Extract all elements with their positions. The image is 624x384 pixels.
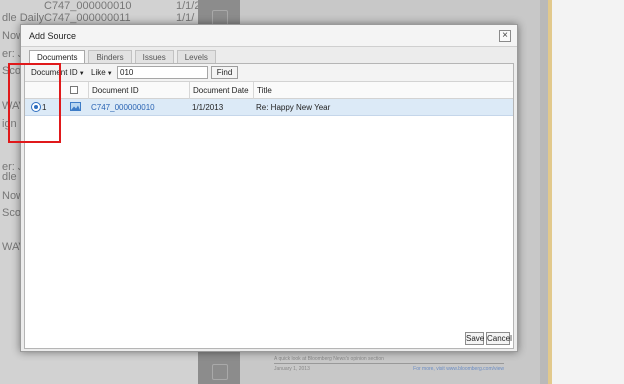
search-value-input[interactable] [117, 66, 208, 79]
document-id-link[interactable]: C747_000000010 [88, 99, 155, 116]
chevron-down-icon: ▼ [78, 71, 85, 77]
documents-panel: Document ID▼ Like▼ Find Document ID Docu… [24, 63, 514, 349]
document-title: Re: Happy New Year [256, 103, 331, 112]
dialog-title: Add Source [29, 31, 77, 41]
column-header-document-id[interactable]: Document ID [88, 82, 189, 99]
annotation-highlight-box [8, 63, 61, 143]
cancel-button[interactable]: Cancel [486, 332, 512, 345]
background-divider [540, 0, 548, 384]
background-accent-bar [548, 0, 552, 384]
tab-levels[interactable]: Levels [176, 50, 216, 64]
save-button[interactable]: Save [465, 332, 484, 345]
background-document-footer: A quick look at Bloomberg News's opinion… [274, 356, 504, 372]
document-date: 1/1/2013 [192, 103, 224, 112]
chevron-down-icon: ▼ [106, 71, 113, 77]
trash-icon [212, 364, 228, 380]
tab-binders[interactable]: Binders [88, 50, 132, 64]
background-right-panel [548, 0, 624, 384]
find-button[interactable]: Find [211, 66, 238, 79]
table-row[interactable]: 1 C747_000000010 1/1/2013 Re: Happy New … [25, 99, 513, 116]
operator-dropdown-label: Like [91, 68, 106, 77]
filter-bar: Document ID▼ Like▼ Find [25, 64, 513, 82]
close-icon[interactable]: × [499, 30, 511, 42]
select-all-checkbox[interactable] [70, 86, 78, 94]
table-header: Document ID Document Date Title [25, 82, 513, 99]
document-image-icon [70, 102, 81, 111]
tab-issues[interactable]: Issues [134, 50, 174, 64]
add-source-dialog: Add Source × Documents Binders Issues Le… [20, 24, 518, 352]
column-header-document-date[interactable]: Document Date [189, 82, 253, 99]
column-header-title[interactable]: Title [253, 82, 515, 99]
documents-table: Document ID Document Date Title 1 C747_0… [25, 82, 513, 116]
operator-dropdown[interactable]: Like▼ [91, 68, 113, 77]
tab-documents[interactable]: Documents [29, 50, 86, 64]
source-tabs: Documents Binders Issues Levels [29, 50, 219, 64]
dialog-titlebar: Add Source × [21, 25, 517, 47]
